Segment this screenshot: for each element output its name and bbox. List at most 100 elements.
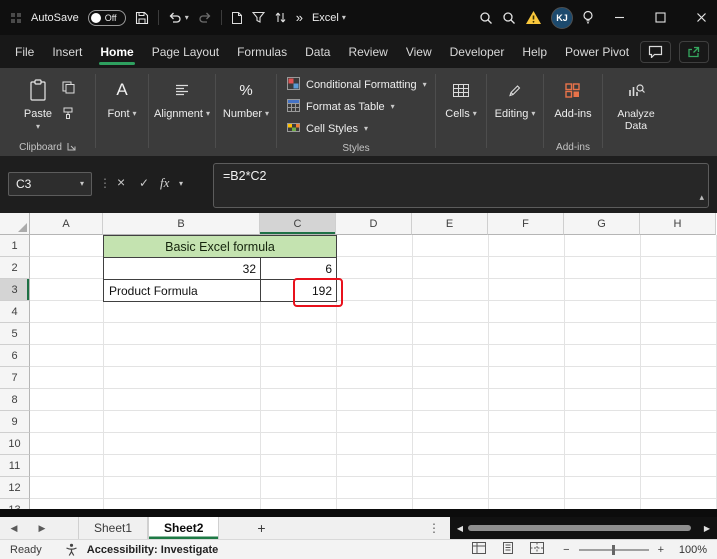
- scroll-right-icon[interactable]: ▶: [701, 524, 713, 533]
- row-header-8[interactable]: 8: [0, 389, 30, 411]
- row-header-5[interactable]: 5: [0, 323, 30, 345]
- font-menu-button[interactable]: A Font▾: [103, 73, 140, 122]
- avatar[interactable]: KJ: [551, 7, 573, 29]
- tab-insert[interactable]: Insert: [43, 35, 91, 68]
- tab-developer[interactable]: Developer: [441, 35, 514, 68]
- zoom-slider[interactable]: [579, 549, 649, 551]
- tab-review[interactable]: Review: [339, 35, 396, 68]
- more-commands-icon[interactable]: »: [296, 10, 303, 25]
- cancel-icon[interactable]: ×: [117, 174, 125, 190]
- tab-file[interactable]: File: [6, 35, 43, 68]
- divider: [158, 10, 159, 25]
- collapse-formula-bar-icon[interactable]: ▴: [699, 192, 704, 203]
- search-icon-secondary[interactable]: [502, 11, 516, 25]
- format-painter-icon[interactable]: [62, 107, 75, 123]
- scrollbar-thumb[interactable]: [468, 525, 691, 531]
- row-header-6[interactable]: 6: [0, 345, 30, 367]
- sheet-options-icon[interactable]: ⋮: [418, 521, 450, 535]
- tab-home[interactable]: Home: [91, 35, 142, 68]
- name-box[interactable]: C3 ▾: [8, 172, 92, 196]
- row-header-7[interactable]: 7: [0, 367, 30, 389]
- document-icon[interactable]: [231, 11, 243, 25]
- row-header-1[interactable]: 1: [0, 235, 30, 257]
- sheet-nav-left-icon[interactable]: ◀: [0, 523, 28, 534]
- paste-button[interactable]: Paste ▾: [20, 73, 56, 133]
- sheet-nav-right-icon[interactable]: ▶: [28, 523, 56, 534]
- close-button[interactable]: [685, 0, 717, 35]
- accessibility-icon[interactable]: [65, 543, 78, 556]
- search-icon[interactable]: [479, 11, 493, 25]
- autosave-toggle[interactable]: Off: [88, 10, 126, 26]
- enter-icon[interactable]: ✓: [139, 176, 149, 190]
- row-header-2[interactable]: 2: [0, 257, 30, 279]
- cell-b2[interactable]: 32: [103, 257, 261, 280]
- cell-styles-button[interactable]: Cell Styles ▾: [287, 118, 427, 140]
- tab-power-pivot[interactable]: Power Pivot: [556, 35, 638, 68]
- tab-formulas[interactable]: Formulas: [228, 35, 296, 68]
- conditional-formatting-button[interactable]: Conditional Formatting ▾: [287, 74, 427, 96]
- editing-menu-button[interactable]: Editing▾: [491, 73, 540, 122]
- page-layout-view-icon[interactable]: [501, 542, 515, 557]
- redo-button[interactable]: [198, 11, 212, 24]
- dialog-launcher-icon[interactable]: [67, 142, 76, 154]
- column-header-e[interactable]: E: [412, 213, 488, 235]
- tab-help[interactable]: Help: [513, 35, 556, 68]
- tab-page-layout[interactable]: Page Layout: [143, 35, 228, 68]
- select-all-corner[interactable]: [0, 213, 30, 235]
- undo-button[interactable]: ▾: [168, 11, 189, 24]
- normal-view-icon[interactable]: [472, 542, 486, 557]
- column-header-d[interactable]: D: [336, 213, 412, 235]
- column-header-b[interactable]: B: [103, 213, 260, 235]
- page-break-view-icon[interactable]: [530, 542, 544, 557]
- row-header-3[interactable]: 3: [0, 279, 30, 301]
- ribbon-tab-bar: File Insert Home Page Layout Formulas Da…: [0, 35, 717, 68]
- accessibility-status[interactable]: Accessibility: Investigate: [87, 544, 218, 556]
- zoom-slider-knob[interactable]: [612, 545, 615, 555]
- zoom-level[interactable]: 100%: [673, 544, 707, 556]
- cell-b3[interactable]: Product Formula: [103, 279, 261, 302]
- analyze-data-button[interactable]: Analyze Data: [607, 73, 665, 134]
- lightbulb-icon[interactable]: [582, 10, 594, 25]
- sheet-tab-sheet1[interactable]: Sheet1: [78, 517, 148, 539]
- column-header-a[interactable]: A: [30, 213, 103, 235]
- tab-data[interactable]: Data: [296, 35, 339, 68]
- new-sheet-button[interactable]: +: [251, 520, 271, 536]
- zoom-out-icon[interactable]: −: [563, 544, 569, 556]
- maximize-button[interactable]: [644, 0, 676, 35]
- app-menu[interactable]: Excel ▾: [312, 12, 346, 24]
- number-menu-button[interactable]: % Number▾: [219, 73, 273, 122]
- row-header-4[interactable]: 4: [0, 301, 30, 323]
- cells-area[interactable]: Basic Excel formula 32 6 Product Formula…: [30, 235, 717, 509]
- column-header-h[interactable]: H: [640, 213, 716, 235]
- share-button[interactable]: [679, 41, 709, 63]
- tab-view[interactable]: View: [397, 35, 441, 68]
- formula-input[interactable]: =B2*C2: [213, 163, 709, 208]
- cell-c2[interactable]: 6: [260, 257, 337, 280]
- column-header-f[interactable]: F: [488, 213, 564, 235]
- cell-b1-merged[interactable]: Basic Excel formula: [103, 235, 337, 258]
- save-icon[interactable]: [135, 11, 149, 25]
- alignment-menu-button[interactable]: Alignment▾: [150, 73, 214, 122]
- zoom-in-icon[interactable]: +: [658, 544, 664, 556]
- column-header-g[interactable]: G: [564, 213, 640, 235]
- row-header-9[interactable]: 9: [0, 411, 30, 433]
- horizontal-scrollbar[interactable]: ◀ ▶: [450, 517, 717, 539]
- sort-icon[interactable]: [274, 11, 287, 24]
- scroll-left-icon[interactable]: ◀: [454, 524, 466, 533]
- column-header-c[interactable]: C: [260, 213, 336, 235]
- resize-handle-icon[interactable]: ⋮: [99, 176, 111, 190]
- add-ins-button[interactable]: Add-ins: [550, 73, 595, 122]
- app-launcher-icon[interactable]: [10, 12, 22, 24]
- warning-icon[interactable]: [525, 10, 542, 25]
- insert-function-icon[interactable]: fx: [160, 175, 169, 191]
- row-header-11[interactable]: 11: [0, 455, 30, 477]
- comments-button[interactable]: [640, 41, 671, 63]
- format-as-table-button[interactable]: Format as Table ▾: [287, 96, 427, 118]
- sheet-tab-sheet2[interactable]: Sheet2: [148, 517, 219, 539]
- row-header-10[interactable]: 10: [0, 433, 30, 455]
- copy-icon[interactable]: [62, 81, 75, 97]
- minimize-button[interactable]: [603, 0, 635, 35]
- cells-menu-button[interactable]: Cells▾: [441, 73, 480, 122]
- filter-icon[interactable]: [252, 11, 265, 24]
- row-header-12[interactable]: 12: [0, 477, 30, 499]
